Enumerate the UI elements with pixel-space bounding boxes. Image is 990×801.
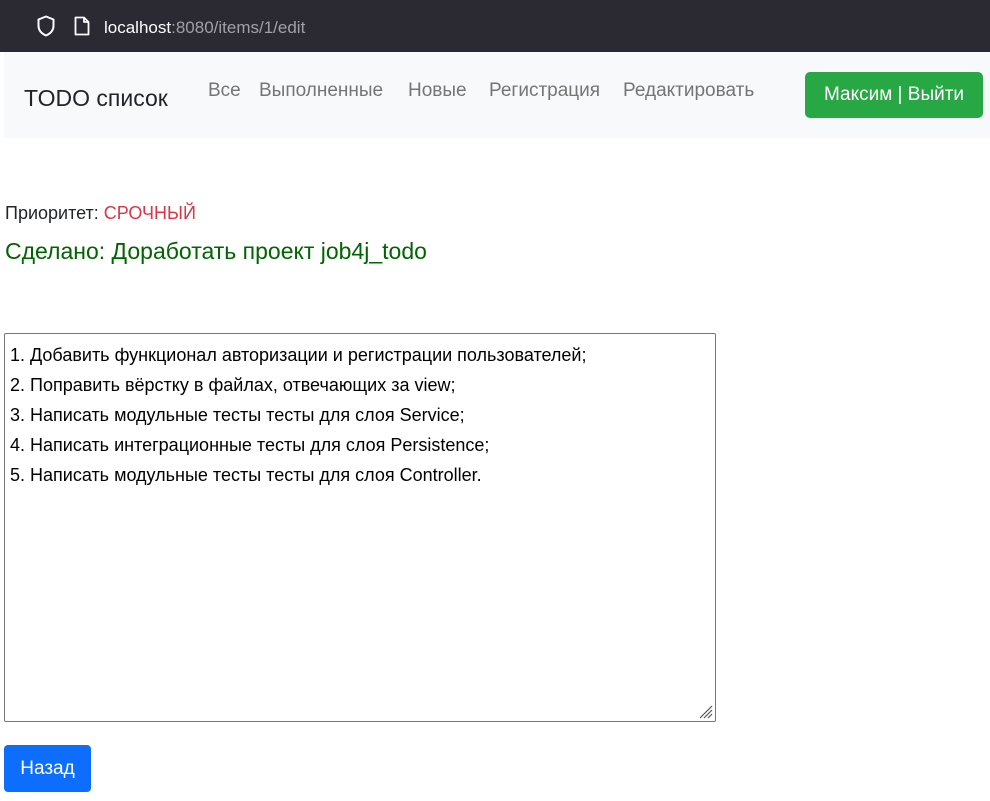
- brand-link[interactable]: TODO список: [24, 84, 168, 112]
- url-host: localhost: [104, 18, 172, 37]
- nav-link-new[interactable]: Новые: [408, 79, 467, 103]
- url-path: :8080/items/1/edit: [171, 18, 306, 37]
- nav-link-all[interactable]: Все: [208, 79, 241, 103]
- shield-icon: [37, 15, 55, 37]
- item-status-title: Сделано: Доработать проект job4j_todo: [5, 238, 427, 264]
- priority-value: СРОЧНЫЙ: [103, 203, 196, 223]
- priority-label: Приоритет:: [5, 203, 99, 223]
- address-field[interactable]: localhost:8080/items/1/edit: [104, 17, 305, 39]
- nav-link-edit[interactable]: Редактировать: [623, 79, 754, 103]
- description-line: 2. Поправить вёрстку в файлах, отвечающи…: [10, 375, 456, 395]
- description-line: 4. Написать интеграционные тесты для сло…: [10, 435, 490, 455]
- back-button[interactable]: Назад: [4, 745, 91, 792]
- priority-row: Приоритет: СРОЧНЫЙ: [5, 202, 196, 224]
- description-line: 1. Добавить функционал авторизации и рег…: [10, 345, 587, 365]
- nav-link-registration[interactable]: Регистрация: [489, 79, 600, 103]
- nav-link-completed[interactable]: Выполненные: [259, 79, 383, 103]
- resize-handle-icon[interactable]: [697, 703, 713, 719]
- user-logout-button[interactable]: Максим | Выйти: [805, 72, 983, 118]
- navbar: TODO список Все Выполненные Новые Регист…: [4, 52, 990, 138]
- description-textarea[interactable]: 1. Добавить функционал авторизации и рег…: [4, 333, 716, 722]
- page-icon: [74, 16, 90, 36]
- browser-url-bar: localhost:8080/items/1/edit: [0, 0, 990, 52]
- description-line: 3. Написать модульные тесты тесты для сл…: [10, 405, 465, 425]
- description-line: 5. Написать модульные тесты тесты для сл…: [10, 465, 482, 485]
